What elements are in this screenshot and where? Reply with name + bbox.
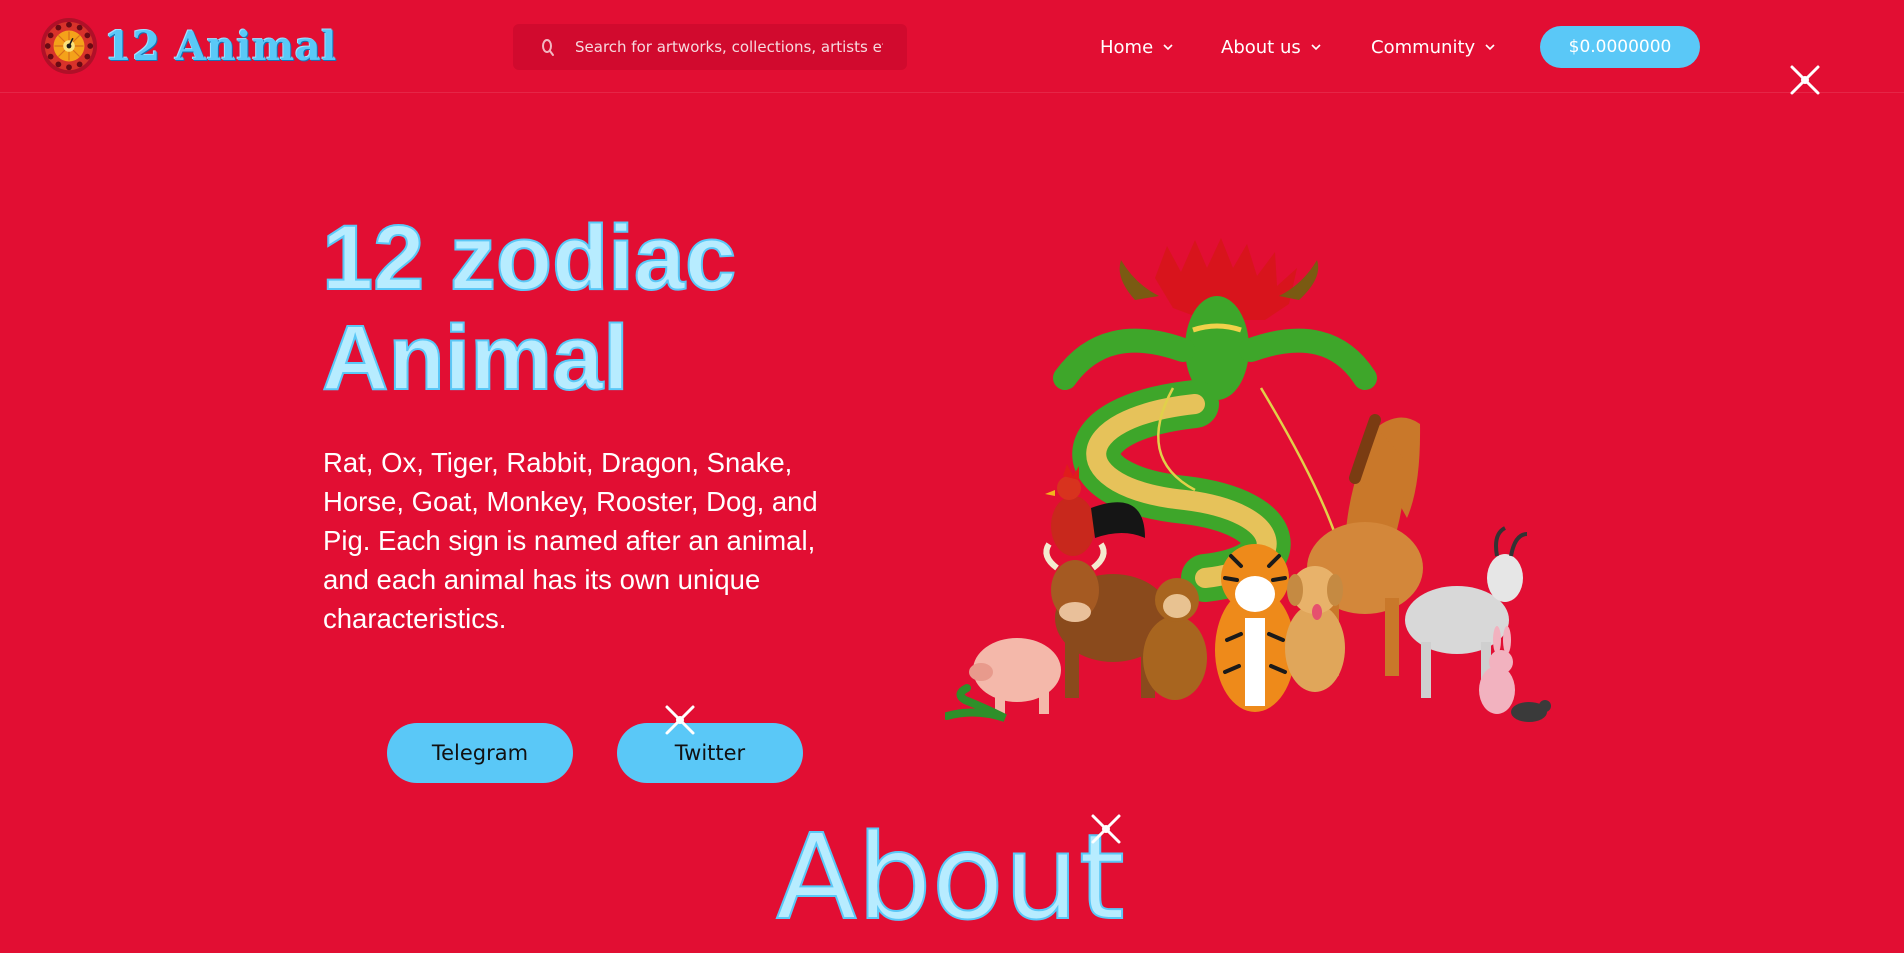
site-logo[interactable]: 12 Animal [40,16,337,76]
chevron-down-icon [1163,43,1173,51]
page: 12 Animal Home About us Communi [0,0,1904,953]
nav-community[interactable]: Community [1371,24,1495,70]
telegram-button[interactable]: Telegram [387,723,573,783]
search-input[interactable] [573,37,885,57]
nav-home[interactable]: Home [1100,24,1173,70]
chevron-down-icon [1311,43,1321,51]
zodiac-animals-illustration [945,238,1551,722]
search-bar [513,24,907,70]
search-icon[interactable] [537,36,559,58]
twitter-button[interactable]: Twitter [617,723,803,783]
wallet-balance-button[interactable]: $0.0000000 [1540,26,1700,68]
nav-community-label: Community [1371,36,1476,58]
hero-description: Rat, Ox, Tiger, Rabbit, Dragon, Snake, H… [323,447,818,634]
pig-figure [969,638,1061,714]
nav-about-us-label: About us [1221,36,1301,58]
hero-title-line-1: 12 zodiac [321,207,737,309]
dog-figure [1285,566,1345,692]
hero-title-line-2: Animal [321,307,630,409]
nav-home-label: Home [1100,36,1154,58]
about-heading: About [775,808,1126,946]
logo-text: 12 Animal [104,22,337,70]
nav-about-us[interactable]: About us [1221,24,1321,70]
site-header: 12 Animal Home About us Communi [0,0,1904,93]
chevron-down-icon [1485,43,1495,51]
tiger-figure [1215,544,1295,712]
zodiac-wheel-logo-icon [40,17,98,75]
rat-figure [1511,700,1551,722]
hero-title: 12 zodiac Animal [321,207,842,409]
